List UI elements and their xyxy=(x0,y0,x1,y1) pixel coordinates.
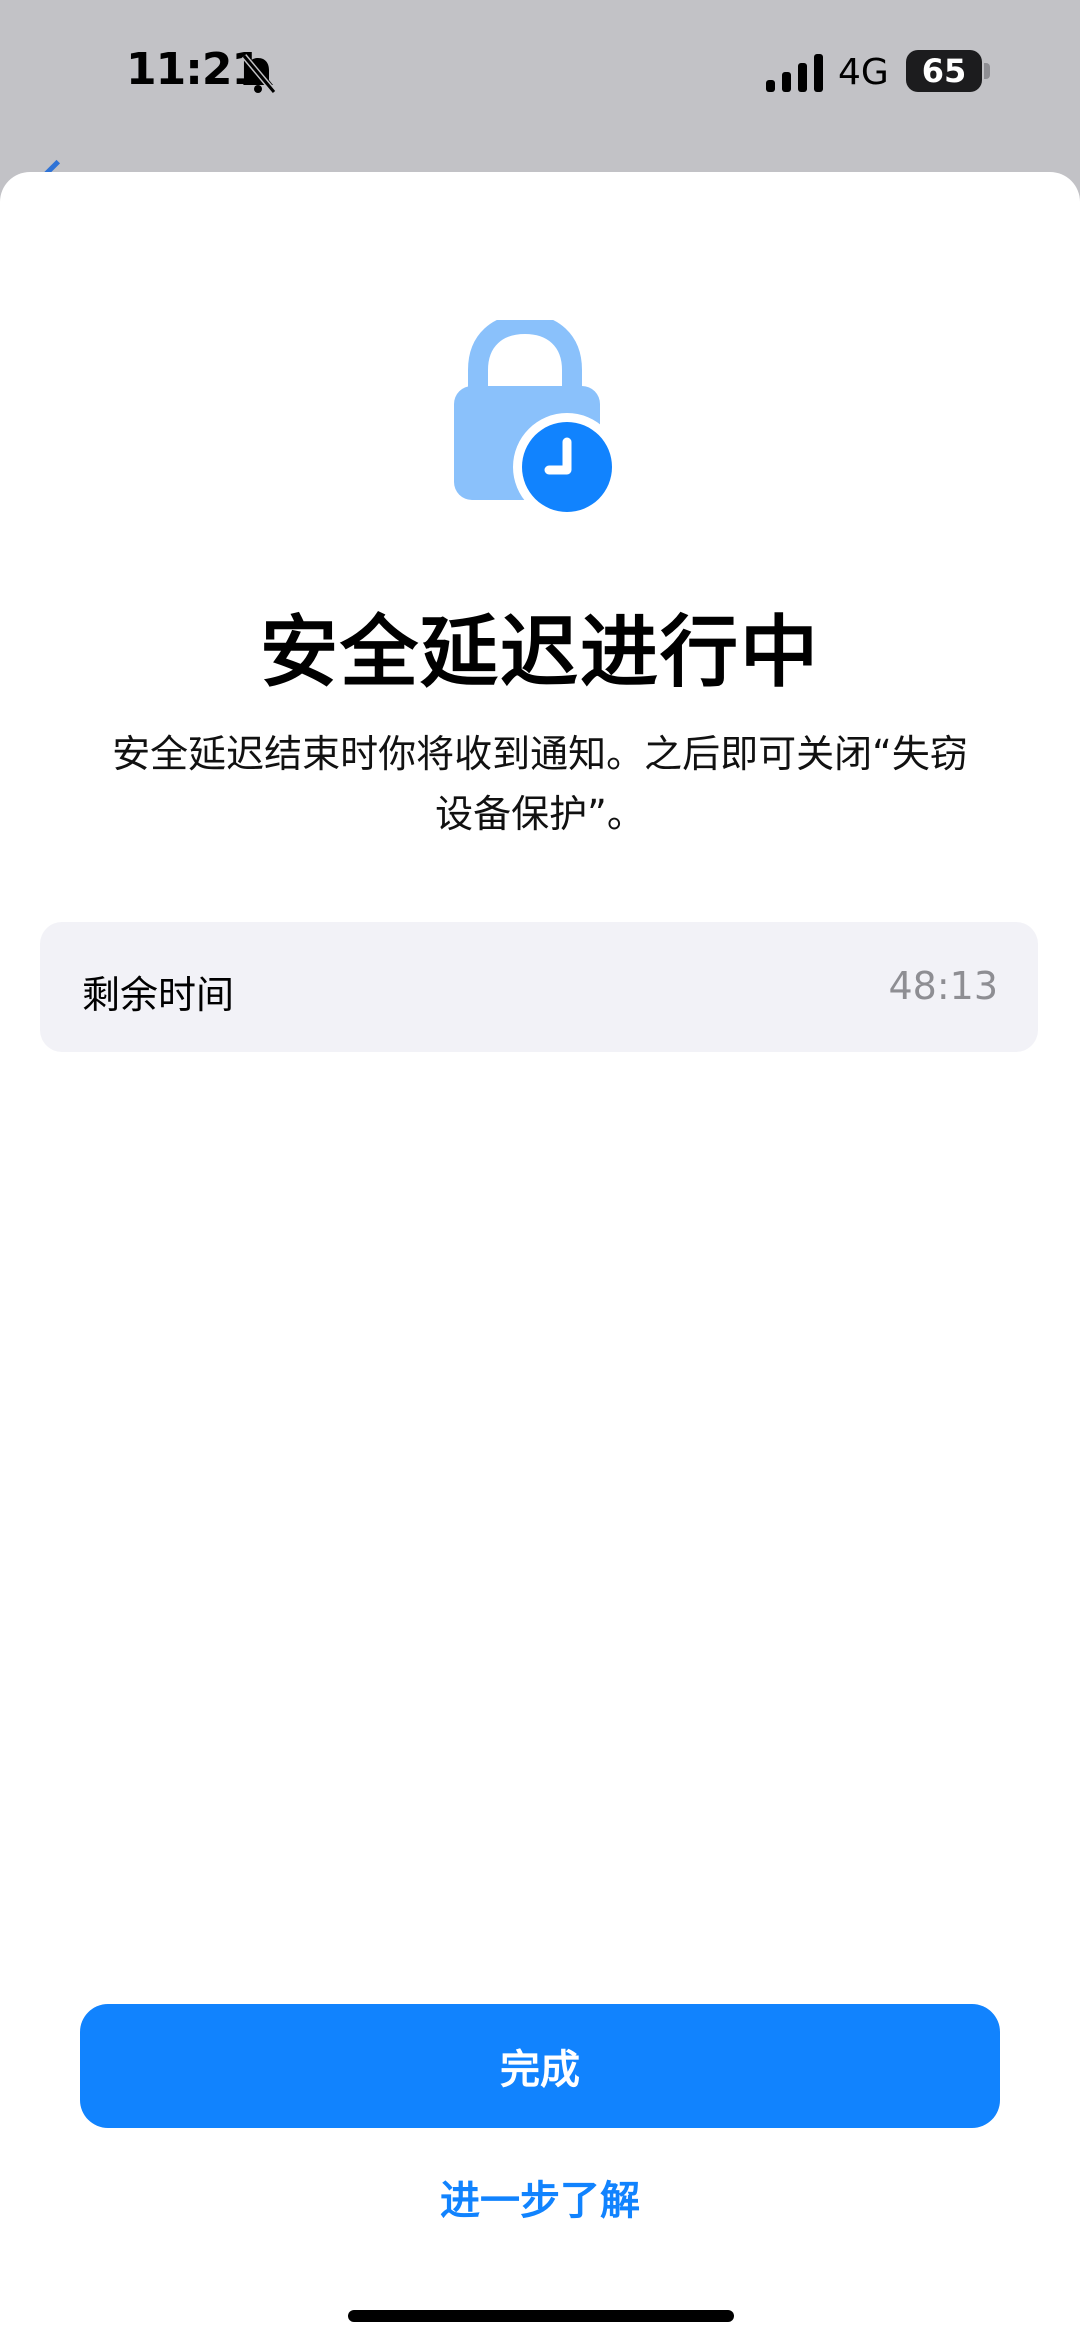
learn-more-link[interactable]: 进一步了解 xyxy=(0,2168,1080,2226)
remaining-time-value: 48:13 xyxy=(888,964,998,1008)
status-bar: 11:21 4G 65 xyxy=(0,0,1080,150)
battery-icon: 65 xyxy=(906,50,982,92)
description-text: 安全延迟结束时你将收到通知。之后即可关闭“失窃设备保护”。 xyxy=(112,732,968,836)
network-type: 4G xyxy=(838,52,889,93)
battery-tip xyxy=(984,63,990,79)
battery-level: 65 xyxy=(921,52,967,90)
done-button[interactable]: 完成 xyxy=(80,2004,1000,2128)
bell-slash-icon xyxy=(241,54,276,94)
remaining-time-row: 剩余时间 48:13 xyxy=(40,922,1038,1052)
page-title: 安全延迟进行中 xyxy=(259,608,820,698)
remaining-time-label: 剩余时间 xyxy=(82,973,235,1017)
home-indicator[interactable] xyxy=(348,2310,734,2322)
lock-clock-icon xyxy=(454,320,620,520)
signal-icon xyxy=(766,54,823,92)
